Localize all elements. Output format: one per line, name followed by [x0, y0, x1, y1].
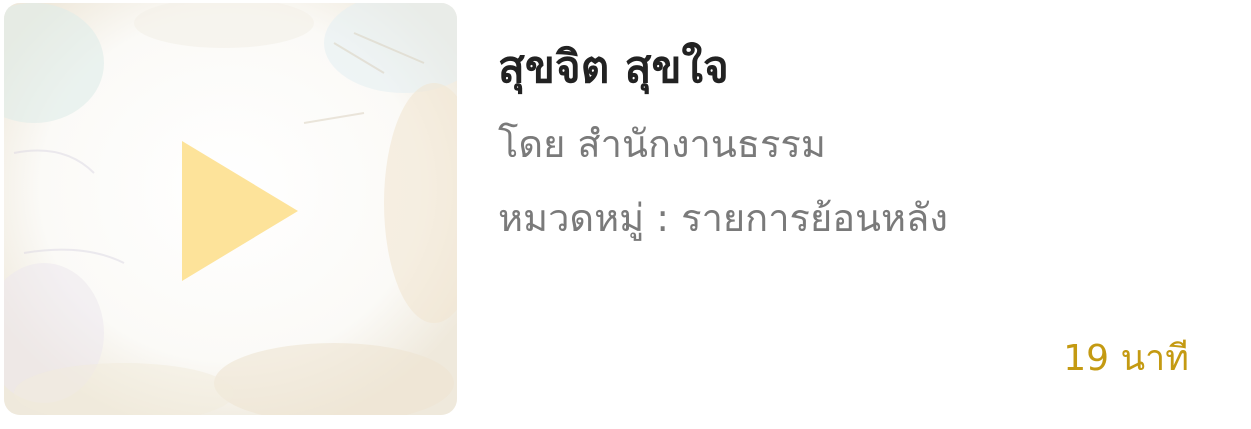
episode-thumbnail[interactable]: [4, 3, 457, 415]
episode-author: โดย สำนักงานธรรม: [498, 122, 826, 166]
episode-card[interactable]: สุขจิต สุขใจ โดย สำนักงานธรรม หมวดหมู่ :…: [0, 0, 1251, 429]
episode-title[interactable]: สุขจิต สุขใจ: [498, 40, 729, 96]
episode-category: หมวดหมู่ : รายการย้อนหลัง: [498, 196, 948, 240]
play-icon[interactable]: [182, 141, 298, 281]
episode-duration: 19 นาที: [1063, 338, 1189, 379]
